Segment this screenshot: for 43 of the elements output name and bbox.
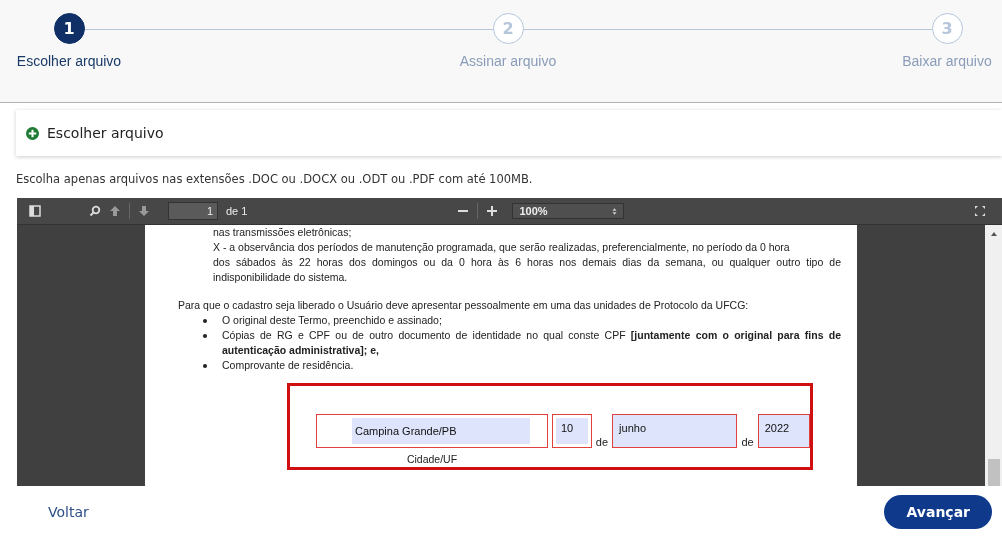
zoom-select[interactable]: 100%	[512, 203, 625, 219]
scroll-thumb[interactable]	[987, 459, 1000, 486]
step-label: Escolher arquivo	[16, 53, 122, 69]
back-button[interactable]: Voltar	[32, 498, 105, 526]
scroll-up-icon[interactable]	[989, 231, 998, 237]
bullet-icon	[203, 364, 207, 368]
arrow-down-icon[interactable]	[138, 205, 150, 217]
document-text: dos sábados às 22 horas dos domingos ou da 0 hora às 6 horas nos demais dias da semana, ou qualquer outro tipo de	[212, 255, 841, 270]
document-text: Cópias de RG e CPF ou de outro documento de identidade no qual conste CPF [juntamente com o original para fins de autenticação administrativa]; e,	[222, 328, 841, 358]
updown-icon	[612, 206, 618, 216]
document-text: indisponibilidade do sistema.	[212, 270, 349, 285]
document-text: X - a observância dos períodos de manutenção programada, que serão realizadas, preferencialmente, no período da 0 hora	[212, 240, 791, 255]
city-value: Campina Grande/PB	[352, 418, 530, 444]
joiner-text: de	[595, 435, 609, 448]
bullet-icon	[203, 334, 207, 338]
document-text: O original deste Termo, preenchido e assinado;	[222, 313, 442, 328]
arrow-up-icon[interactable]	[109, 205, 121, 217]
document-text: Comprovante de residência.	[222, 358, 354, 373]
document-text: nas transmissões eletrônicas;	[212, 225, 353, 240]
month-field[interactable]: junho	[612, 414, 738, 448]
scrollbar[interactable]	[985, 225, 1002, 486]
step-label: Assinar arquivo	[459, 53, 557, 69]
field-caption: Cidade/UF	[406, 453, 458, 465]
city-field[interactable]: Campina Grande/PB	[316, 414, 548, 448]
step-label: Baixar arquivo	[902, 53, 992, 69]
plus-icon[interactable]	[486, 205, 499, 217]
choose-file-button[interactable]: Escolher arquivo	[26, 125, 164, 141]
document-text: Para que o cadastro seja liberado o Usuário deve apresentar pessoalmente em uma das unidades de Protocolo da UFCG:	[178, 298, 750, 313]
step-circle: 1	[53, 13, 85, 44]
plus-circle-icon	[26, 126, 39, 140]
hint-text: Escolha apenas arquivos nas extensões .DOC ou .DOCX ou .ODT ou .PDF com até 100MB.	[16, 172, 534, 186]
year-field[interactable]: 2022	[757, 414, 810, 448]
step-circle: 2	[492, 13, 524, 44]
bullet-icon	[203, 319, 207, 323]
joiner-text: de	[741, 435, 754, 448]
step-circle: 3	[931, 13, 963, 44]
page-count: de 1	[226, 205, 248, 217]
next-button[interactable]: Avançar	[884, 495, 992, 529]
sidebar-toggle-icon[interactable]	[29, 205, 41, 217]
search-icon[interactable]	[89, 205, 101, 217]
page-number-field[interactable]: 1	[168, 202, 218, 220]
fullscreen-icon[interactable]	[974, 205, 986, 217]
day-field[interactable]: 10	[552, 414, 592, 448]
